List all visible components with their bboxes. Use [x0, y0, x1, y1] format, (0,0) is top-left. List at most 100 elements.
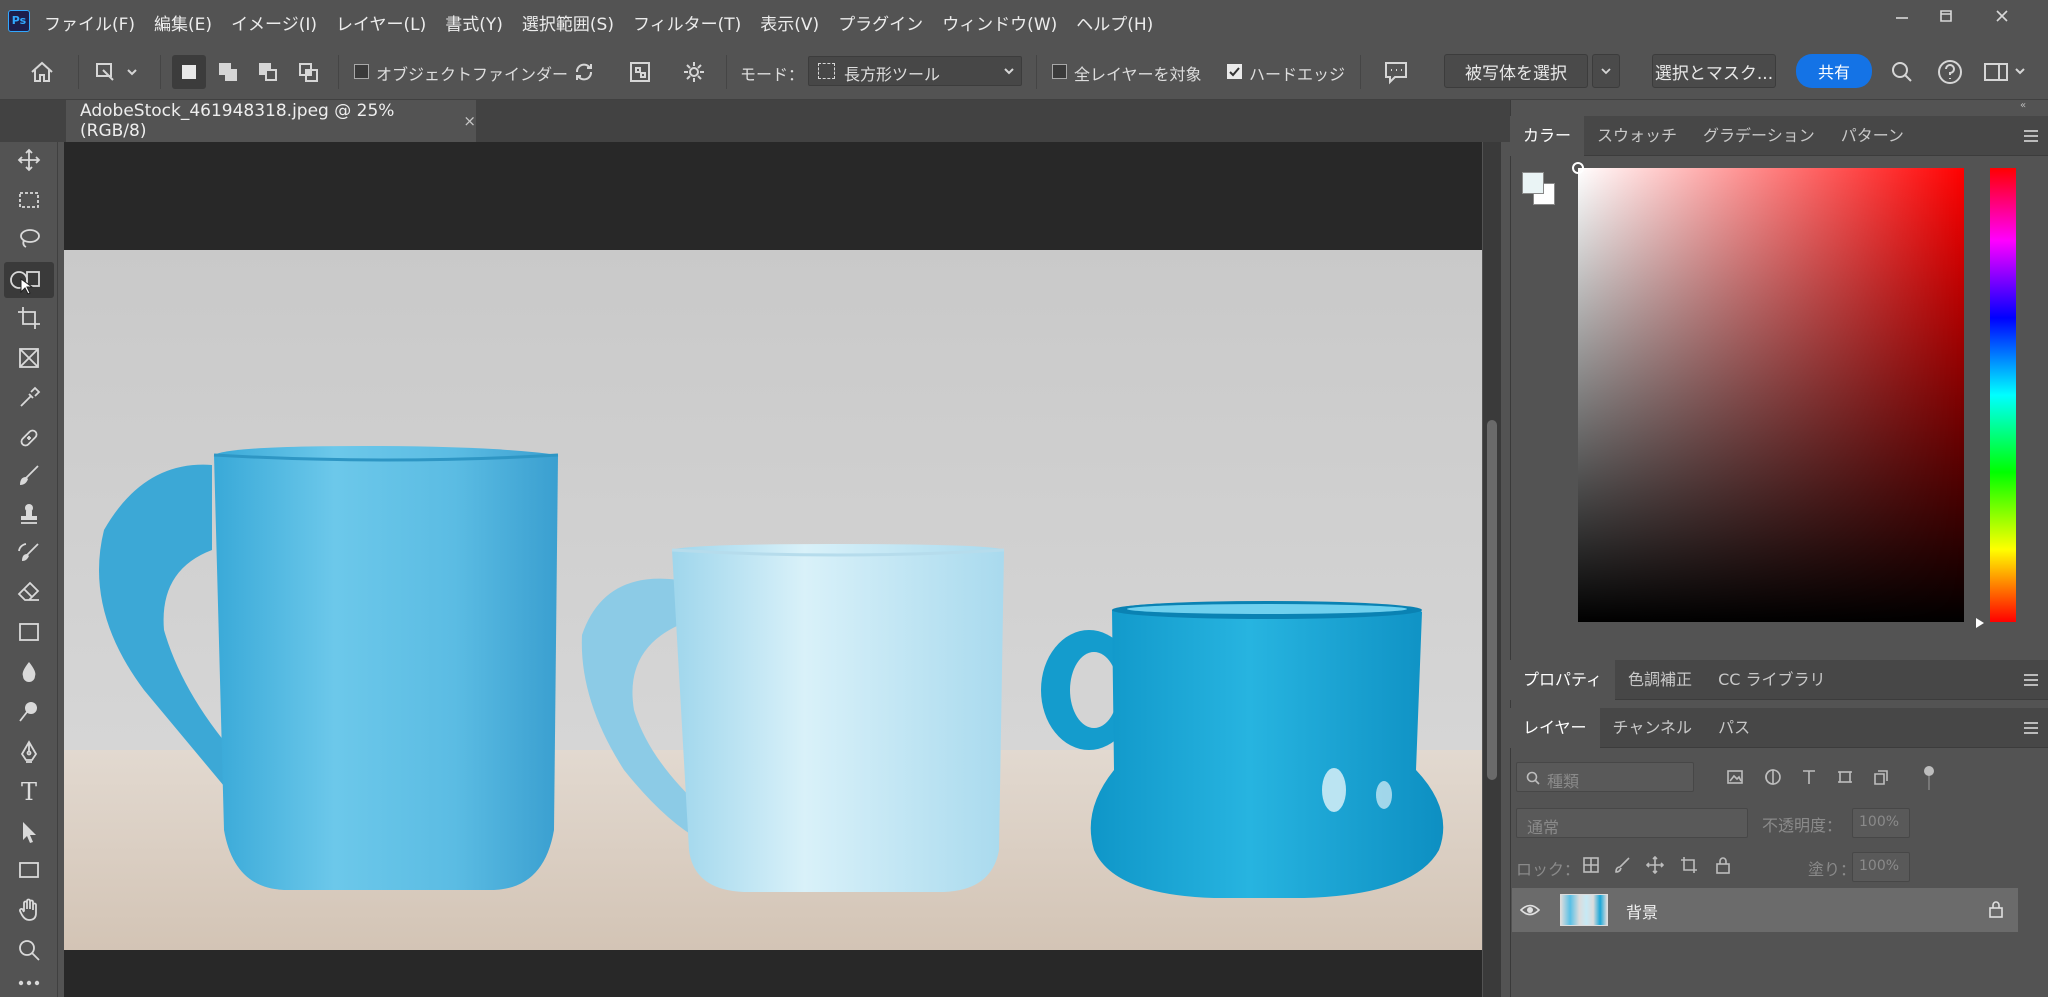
- filter-pixel-icon[interactable]: [1726, 768, 1744, 786]
- tab-cc-libraries[interactable]: CC ライブラリ: [1705, 660, 1838, 700]
- menu-item-3[interactable]: レイヤー(L): [336, 10, 426, 35]
- menu-item-7[interactable]: 表示(V): [760, 10, 819, 35]
- select-and-mask-button[interactable]: 選択とマスク...: [1652, 54, 1776, 88]
- add-to-selection-button[interactable]: [212, 55, 246, 89]
- menu-item-0[interactable]: ファイル(F): [44, 10, 135, 35]
- eye-visibility-icon[interactable]: [1520, 901, 1540, 919]
- color-picker-cursor[interactable]: [1572, 162, 1584, 174]
- spot-healing-tool-icon[interactable]: [9, 420, 49, 456]
- zoom-tool-icon[interactable]: [9, 932, 49, 968]
- pen-tool-icon[interactable]: [9, 734, 49, 770]
- filter-type-icon[interactable]: [1800, 768, 1818, 786]
- minimize-icon[interactable]: [1880, 0, 1924, 32]
- object-finder-checkbox[interactable]: [354, 64, 369, 79]
- tab-channels[interactable]: チャンネル: [1600, 708, 1706, 748]
- document-tab[interactable]: AdobeStock_461948318.jpeg @ 25% (RGB/8) …: [66, 100, 476, 142]
- layers-panel-menu-icon[interactable]: [2024, 722, 2038, 734]
- tab-paths[interactable]: パス: [1705, 708, 1763, 748]
- tab-patterns[interactable]: パターン: [1828, 116, 1917, 156]
- menu-bar: Ps ファイル(F) 編集(E) イメージ(I) レイヤー(L) 書式(Y) 選択範囲(S…: [0, 0, 2048, 44]
- clone-stamp-tool-icon[interactable]: [9, 496, 49, 532]
- share-button[interactable]: 共有: [1796, 54, 1872, 88]
- hard-edge-checkbox[interactable]: [1227, 64, 1242, 79]
- settings-gear-icon[interactable]: [682, 60, 706, 84]
- brush-tool-icon[interactable]: [9, 458, 49, 494]
- select-subject-dropdown[interactable]: [1592, 54, 1620, 88]
- filter-shape-icon[interactable]: [1836, 768, 1854, 786]
- path-selection-tool-icon[interactable]: [9, 814, 49, 850]
- lock-all-icon[interactable]: [1714, 856, 1732, 874]
- type-tool-icon[interactable]: T: [9, 774, 49, 810]
- menu-item-4[interactable]: 書式(Y): [445, 10, 503, 35]
- close-icon[interactable]: [1980, 0, 2024, 32]
- tab-color[interactable]: カラー: [1510, 115, 1585, 156]
- eyedropper-tool-icon[interactable]: [9, 380, 49, 416]
- eraser-tool-icon[interactable]: [9, 574, 49, 610]
- lock-transparent-icon[interactable]: [1582, 856, 1600, 874]
- feedback-chat-icon[interactable]: [1382, 58, 1410, 86]
- move-tool-icon[interactable]: [9, 142, 49, 178]
- all-layers-checkbox[interactable]: [1052, 64, 1067, 79]
- tab-properties[interactable]: プロパティ: [1510, 659, 1616, 700]
- lock-image-icon[interactable]: [1614, 856, 1632, 874]
- blur-tool-icon[interactable]: [9, 654, 49, 690]
- lock-artboard-icon[interactable]: [1680, 856, 1698, 874]
- photoshop-logo: Ps: [8, 10, 30, 32]
- close-tab-icon[interactable]: ×: [463, 112, 476, 130]
- tab-layers[interactable]: レイヤー: [1510, 707, 1600, 748]
- foreground-color-swatch[interactable]: [1522, 172, 1544, 194]
- lasso-tool-icon[interactable]: [9, 220, 49, 256]
- subtract-from-selection-button[interactable]: [252, 55, 286, 89]
- filter-smart-object-icon[interactable]: [1872, 768, 1890, 786]
- gradient-tool-icon[interactable]: [9, 614, 49, 650]
- object-selection-tool-icon[interactable]: [4, 262, 54, 298]
- fill-field[interactable]: 100%: [1852, 852, 1910, 882]
- layer-row[interactable]: 背景: [1512, 888, 2018, 932]
- refresh-icon[interactable]: [572, 60, 596, 84]
- tab-adjustments[interactable]: 色調補正: [1615, 660, 1705, 700]
- tab-swatches[interactable]: スウォッチ: [1584, 116, 1690, 156]
- more-tools-icon[interactable]: [9, 972, 49, 994]
- intersect-selection-button[interactable]: [292, 55, 326, 89]
- menu-item-8[interactable]: プラグイン: [838, 10, 923, 35]
- menu-item-9[interactable]: ウィンドウ(W): [942, 10, 1057, 35]
- rectangle-tool-icon[interactable]: [9, 852, 49, 888]
- home-icon[interactable]: [28, 58, 56, 86]
- filter-toggle-icon[interactable]: [1924, 766, 1934, 776]
- mode-dropdown[interactable]: 長方形ツール: [808, 56, 1022, 86]
- layer-filter-dropdown[interactable]: 種類: [1516, 762, 1694, 792]
- scrollbar-thumb[interactable]: [1487, 420, 1497, 780]
- tab-gradients[interactable]: グラデーション: [1690, 116, 1828, 156]
- frame-tool-icon[interactable]: [9, 340, 49, 376]
- help-icon[interactable]: [1936, 58, 1964, 86]
- select-subject-button[interactable]: 被写体を選択: [1444, 54, 1588, 88]
- filter-adjustment-icon[interactable]: [1764, 768, 1782, 786]
- show-objects-icon[interactable]: [628, 60, 652, 84]
- menu-item-10[interactable]: ヘルプ(H): [1076, 10, 1153, 35]
- hue-slider[interactable]: [1990, 168, 2016, 622]
- menu-item-5[interactable]: 選択範囲(S): [522, 10, 614, 35]
- tool-preset-icon[interactable]: [92, 58, 138, 86]
- menu-item-2[interactable]: イメージ(I): [231, 10, 317, 35]
- crop-tool-icon[interactable]: [9, 300, 49, 336]
- restore-icon[interactable]: [1924, 0, 1968, 32]
- opacity-field[interactable]: 100%: [1852, 808, 1910, 838]
- new-selection-button[interactable]: [172, 55, 206, 89]
- workspace-icon[interactable]: [1982, 58, 2026, 86]
- document-image[interactable]: [64, 250, 1482, 950]
- search-icon[interactable]: [1888, 58, 1916, 86]
- properties-panel-menu-icon[interactable]: [2024, 674, 2038, 686]
- blend-mode-dropdown[interactable]: 通常: [1516, 808, 1748, 838]
- menu-item-1[interactable]: 編集(E): [154, 10, 212, 35]
- lock-position-icon[interactable]: [1646, 856, 1664, 874]
- dodge-tool-icon[interactable]: [9, 694, 49, 730]
- color-picker-field[interactable]: [1578, 168, 1964, 622]
- collapse-panels-icon[interactable]: «: [2020, 100, 2026, 111]
- filter-toggle-track: [1928, 776, 1930, 790]
- menu-item-6[interactable]: フィルター(T): [633, 10, 741, 35]
- color-panel-menu-icon[interactable]: [2024, 130, 2038, 142]
- marquee-tool-icon[interactable]: [9, 182, 49, 218]
- hand-tool-icon[interactable]: [9, 892, 49, 928]
- history-brush-tool-icon[interactable]: [9, 536, 49, 572]
- hue-slider-handle[interactable]: [1976, 618, 1984, 628]
